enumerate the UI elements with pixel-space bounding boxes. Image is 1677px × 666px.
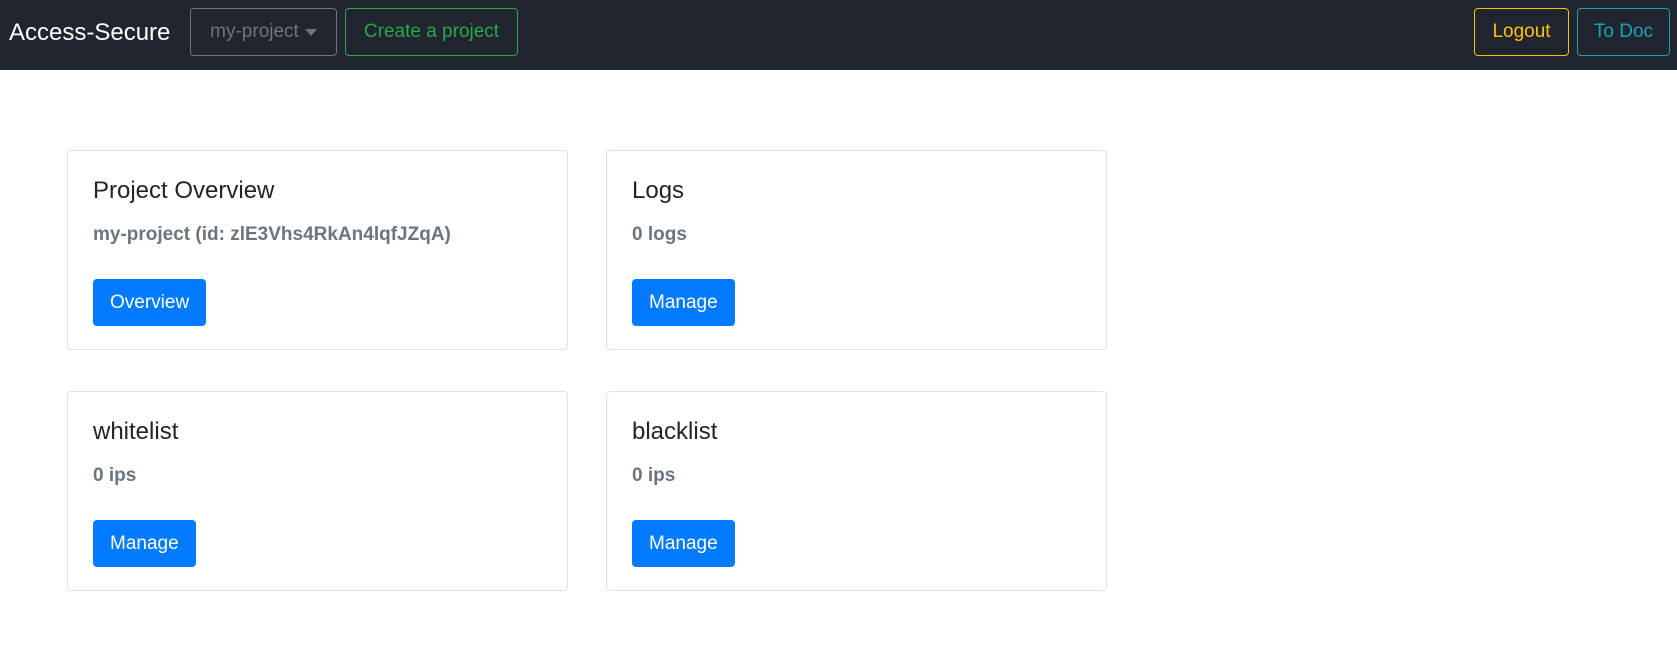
create-project-button[interactable]: Create a project [345,8,518,56]
manage-whitelist-button[interactable]: Manage [93,520,196,567]
brand-logo-link[interactable]: Access-Secure [9,18,170,48]
card-title: Logs [632,177,685,204]
card-title: whitelist [93,418,179,445]
project-overview-card: Project Overview my-project (id: zlE3Vhs… [67,150,568,350]
manage-blacklist-button[interactable]: Manage [632,520,735,567]
project-dropdown-button[interactable]: my-project [190,8,337,56]
blacklist-card: blacklist 0 ips Manage [606,391,1107,591]
card-title: blacklist [632,418,718,445]
caret-down-icon [304,29,317,36]
card-subtitle: 0 ips [93,465,137,486]
card-title: Project Overview [93,177,275,204]
whitelist-card: whitelist 0 ips Manage [67,391,568,591]
logout-button[interactable]: Logout [1474,8,1569,56]
manage-logs-button[interactable]: Manage [632,279,735,326]
card-subtitle: 0 ips [632,465,676,486]
card-subtitle: 0 logs [632,224,687,245]
card-subtitle: my-project (id: zlE3Vhs4RkAn4lqfJZqA) [93,224,451,245]
overview-button[interactable]: Overview [93,279,207,326]
top-navbar: Access-Secure my-project Create a projec… [0,0,1677,70]
logs-card: Logs 0 logs Manage [606,150,1107,350]
project-dropdown-label: my-project [210,21,299,42]
to-doc-button[interactable]: To Doc [1577,8,1670,56]
